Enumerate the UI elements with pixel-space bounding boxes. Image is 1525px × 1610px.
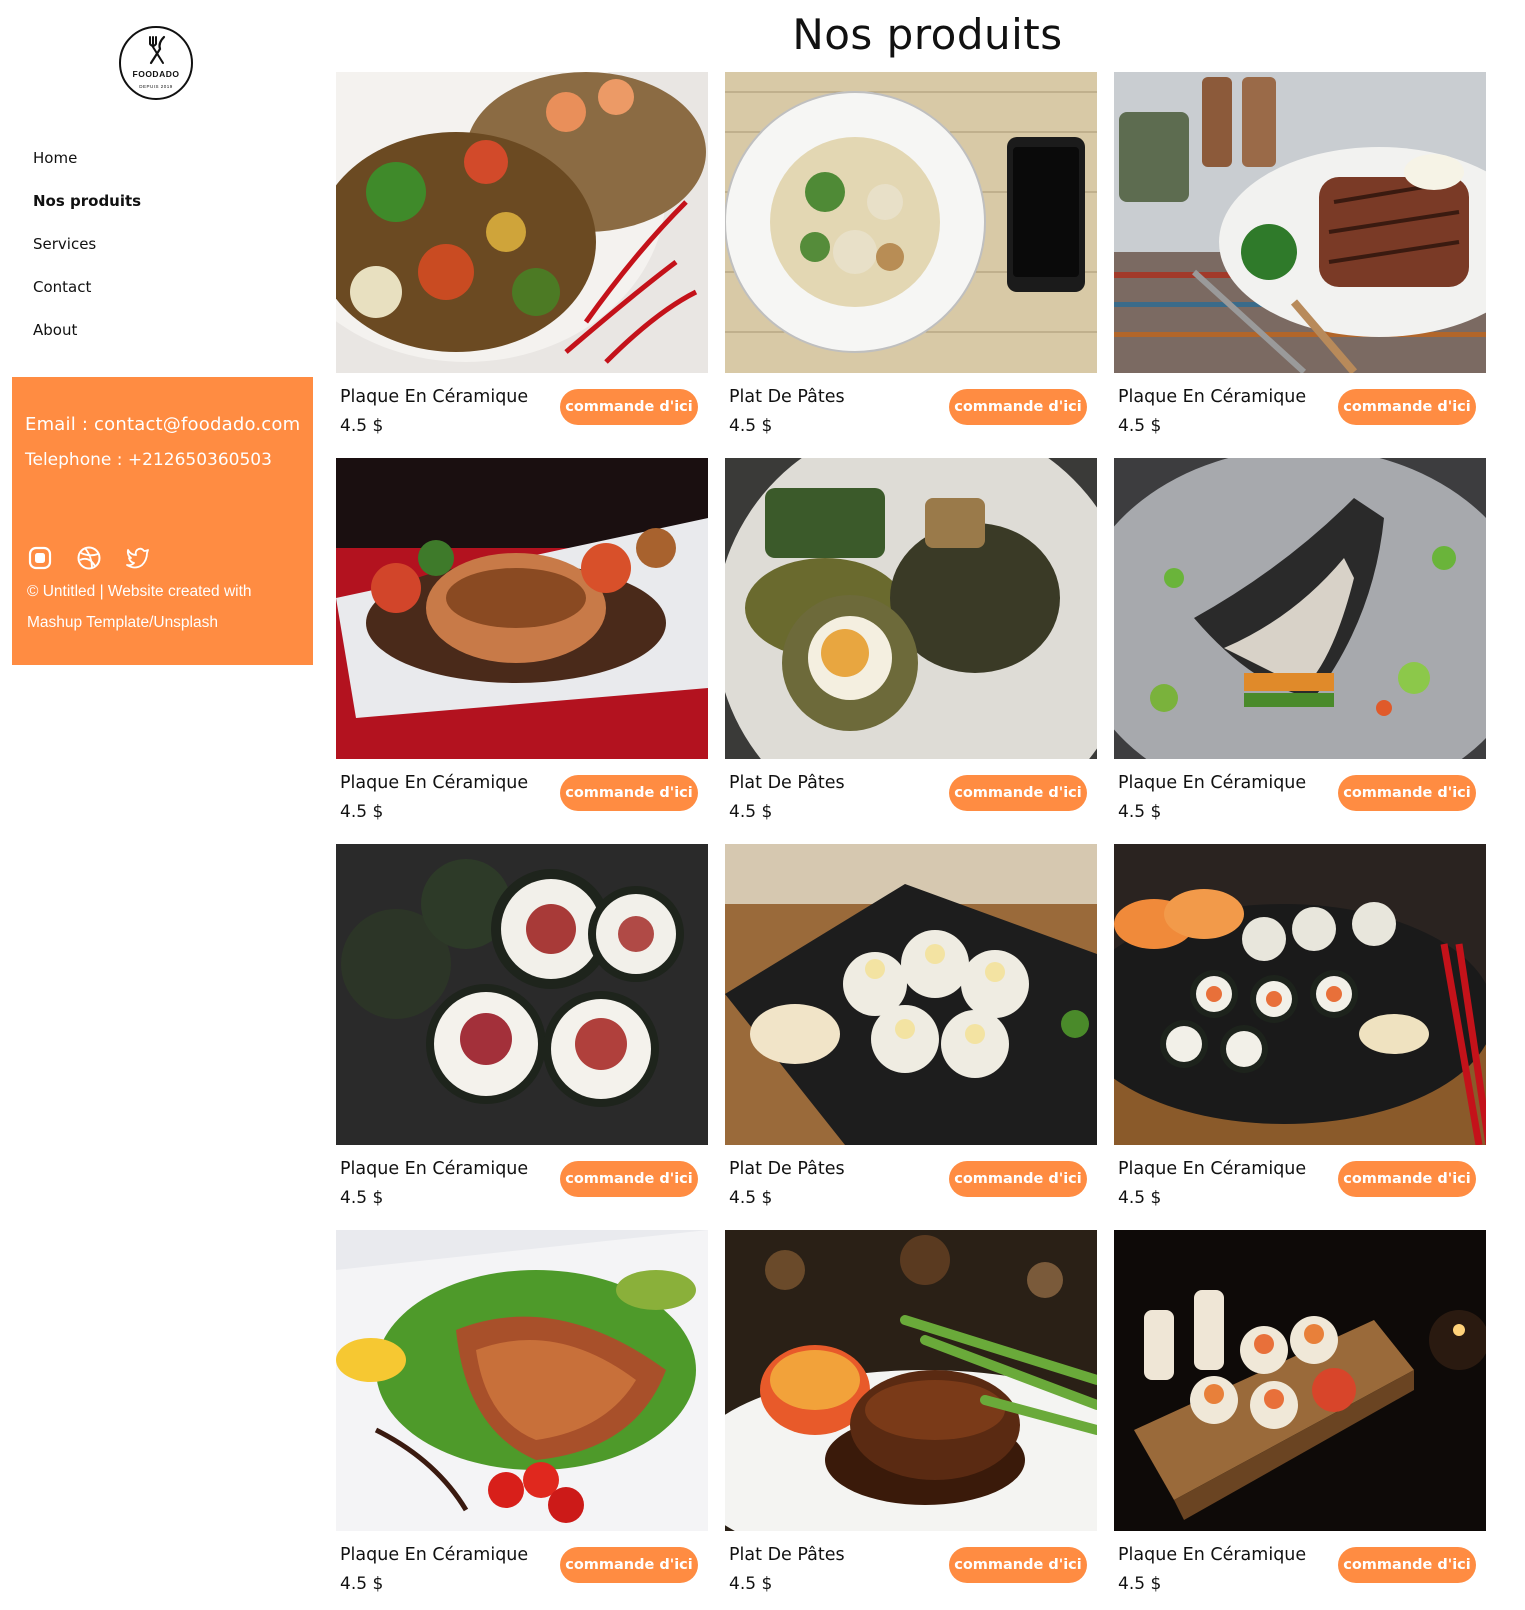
order-button[interactable]: commande d'ici [949,389,1087,425]
product-card: Plaque En Céramique 4.5 $ commande d'ici [1114,844,1486,1224]
product-price: 4.5 $ [1118,802,1162,822]
product-card: Plat De Pâtes 4.5 $ commande d'ici [725,844,1097,1224]
instagram-icon[interactable] [27,545,53,571]
product-image-sushi-platter[interactable] [1114,844,1486,1145]
product-card: Plaque En Céramique 4.5 $ commande d'ici [1114,72,1486,452]
product-name: Plat De Pâtes [729,1545,845,1565]
product-card: Plat De Pâtes 4.5 $ commande d'ici [725,72,1097,452]
product-card: Plaque En Céramique 4.5 $ commande d'ici [336,844,708,1224]
dribbble-icon[interactable] [76,545,102,571]
product-name: Plaque En Céramique [340,773,529,793]
nav-item-services[interactable]: Services [33,235,141,278]
order-button[interactable]: commande d'ici [560,1547,698,1583]
twitter-icon[interactable] [125,545,151,571]
product-name: Plat De Pâtes [729,1159,845,1179]
nav-item-contact[interactable]: Contact [33,278,141,321]
product-image-stir-fry[interactable] [336,72,708,373]
product-name: Plaque En Céramique [1118,387,1307,407]
product-price: 4.5 $ [729,416,773,436]
product-price: 4.5 $ [1118,1574,1162,1594]
fork-knife-icon [149,35,166,65]
product-price: 4.5 $ [340,1188,384,1208]
product-name: Plat De Pâtes [729,387,845,407]
product-image-pasta-plate[interactable] [725,72,1097,373]
order-button[interactable]: commande d'ici [949,1547,1087,1583]
product-name: Plaque En Céramique [340,387,529,407]
order-button[interactable]: commande d'ici [560,1161,698,1197]
order-button[interactable]: commande d'ici [560,389,698,425]
product-card: Plaque En Céramique 4.5 $ commande d'ici [336,1230,708,1610]
product-image-grilled-fish[interactable] [1114,458,1486,759]
product-price: 4.5 $ [340,802,384,822]
nav-item-home[interactable]: Home [33,149,141,192]
product-image-salmon-steak[interactable] [336,1230,708,1531]
product-price: 4.5 $ [729,1188,773,1208]
product-price: 4.5 $ [729,1574,773,1594]
product-name: Plaque En Céramique [1118,1159,1307,1179]
product-card: Plaque En Céramique 4.5 $ commande d'ici [336,458,708,838]
product-name: Plaque En Céramique [340,1159,529,1179]
order-button[interactable]: commande d'ici [1338,775,1476,811]
foodado-logo[interactable]: FOODADO DEPUIS 2019 [119,26,193,100]
product-price: 4.5 $ [729,802,773,822]
product-image-sushi-board[interactable] [1114,1230,1486,1531]
product-image-steak-asparagus[interactable] [725,1230,1097,1531]
product-price: 4.5 $ [340,416,384,436]
nav-item-about[interactable]: About [33,321,141,364]
order-button[interactable]: commande d'ici [949,1161,1087,1197]
product-image-grilled-steak[interactable] [1114,72,1486,373]
product-card: Plat De Pâtes 4.5 $ commande d'ici [725,1230,1097,1610]
order-button[interactable]: commande d'ici [1338,1547,1476,1583]
footer-credit: © Untitled | Website created with Mashup… [27,583,252,631]
logo-brand-text: FOODADO [132,69,180,79]
product-name: Plaque En Céramique [340,1545,529,1565]
nav-item-nos-produits[interactable]: Nos produits [33,192,141,235]
contact-email[interactable]: Email : contact@foodado.com [25,414,300,435]
product-name: Plaque En Céramique [1118,773,1307,793]
sidebar: FOODADO DEPUIS 2019 Home Nos produits Se… [0,0,330,1584]
order-button[interactable]: commande d'ici [1338,389,1476,425]
product-price: 4.5 $ [1118,1188,1162,1208]
product-name: Plat De Pâtes [729,773,845,793]
product-card: Plaque En Céramique 4.5 $ commande d'ici [336,72,708,452]
social-links [27,545,151,571]
product-card: Plaque En Céramique 4.5 $ commande d'ici [1114,1230,1486,1610]
contact-phone[interactable]: Telephone : +212650360503 [25,450,272,470]
order-button[interactable]: commande d'ici [949,775,1087,811]
product-image-scotch-egg[interactable] [725,458,1097,759]
main-nav: Home Nos produits Services Contact About [33,149,141,364]
logo-since-text: DEPUIS 2019 [139,84,173,89]
product-price: 4.5 $ [340,1574,384,1594]
product-image-salmon-fillet[interactable] [336,458,708,759]
page-title: Nos produits [792,10,1063,59]
order-button[interactable]: commande d'ici [1338,1161,1476,1197]
order-button[interactable]: commande d'ici [560,775,698,811]
product-image-california-rolls[interactable] [725,844,1097,1145]
product-name: Plaque En Céramique [1118,1545,1307,1565]
product-card: Plat De Pâtes 4.5 $ commande d'ici [725,458,1097,838]
contact-panel: Email : contact@foodado.com Telephone : … [12,377,313,665]
product-image-tuna-maki[interactable] [336,844,708,1145]
product-price: 4.5 $ [1118,416,1162,436]
product-card: Plaque En Céramique 4.5 $ commande d'ici [1114,458,1486,838]
